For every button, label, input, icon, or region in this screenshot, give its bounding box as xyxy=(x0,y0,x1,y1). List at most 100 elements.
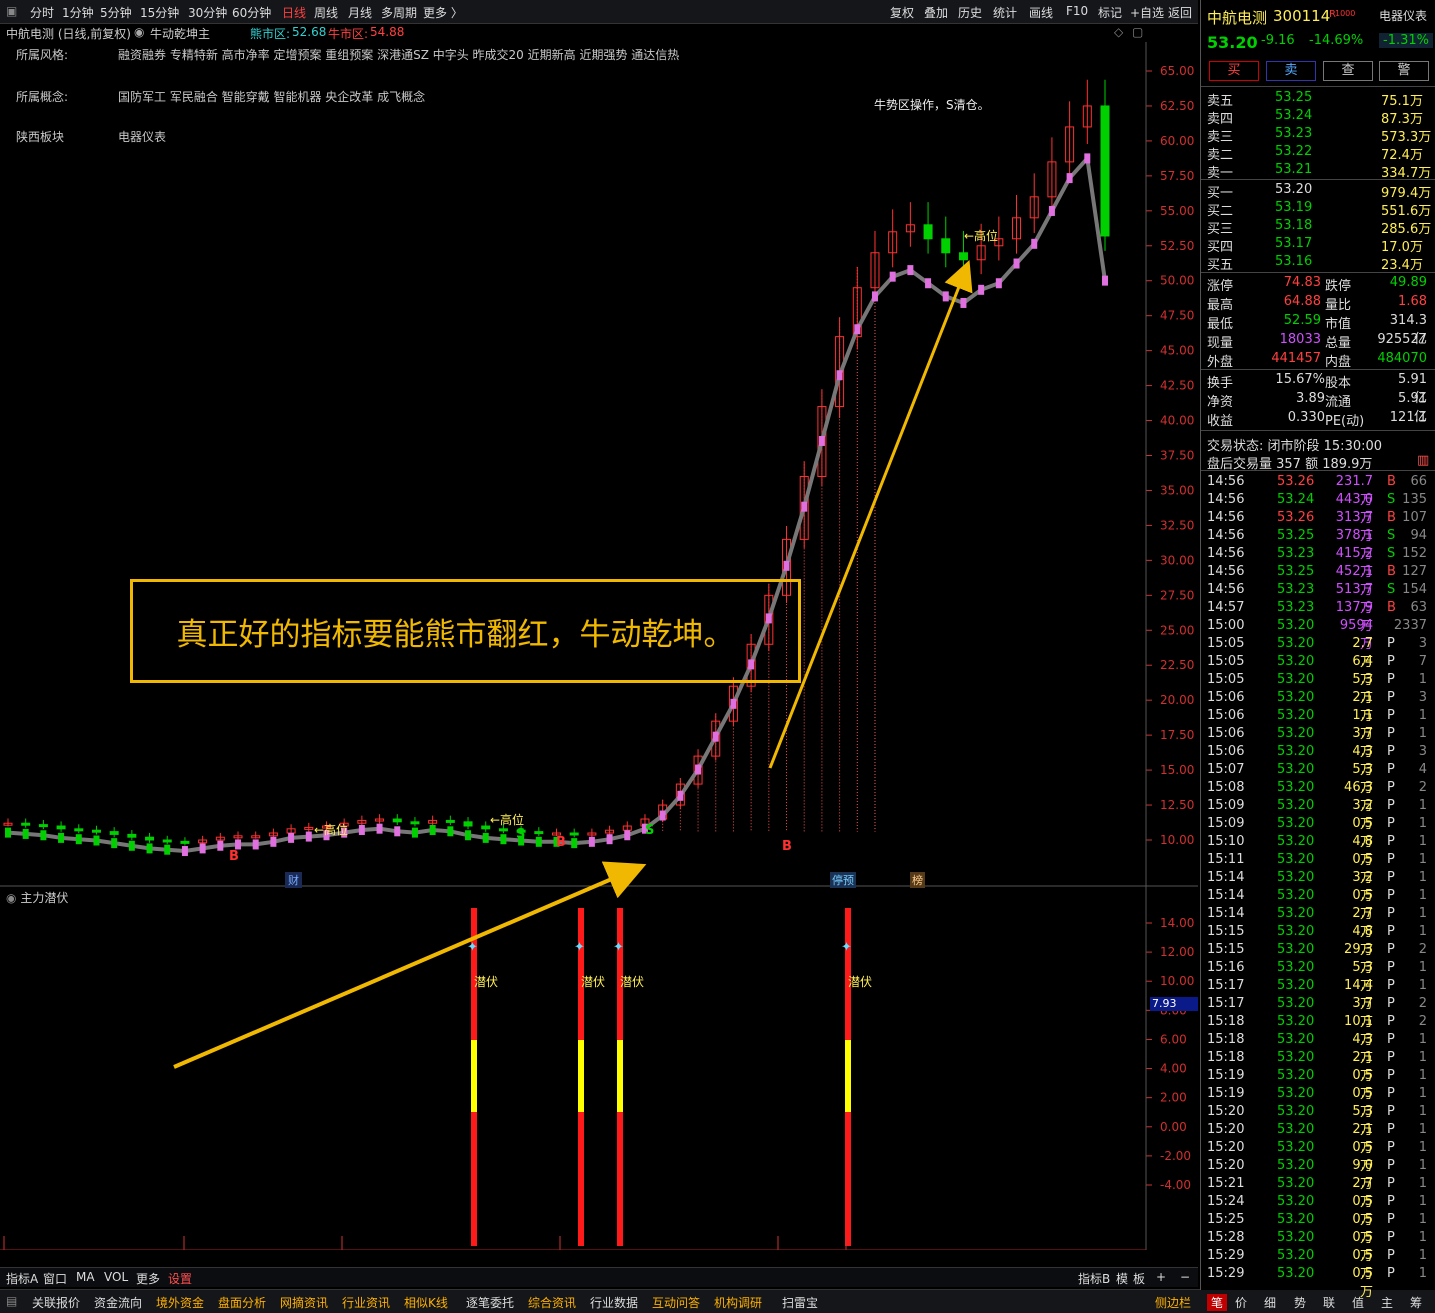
period-tab-1[interactable]: 1分钟 xyxy=(62,4,94,21)
tool-button-0[interactable]: 复权 xyxy=(890,4,914,21)
tick-price: 53.20 xyxy=(1277,780,1315,795)
trade-button-3[interactable]: 警 xyxy=(1379,61,1429,81)
right-tab-3[interactable]: + xyxy=(1156,1270,1166,1284)
tool-button-6[interactable]: 标记 xyxy=(1098,4,1122,21)
tick-side: P xyxy=(1387,852,1395,867)
footer-tab-9[interactable]: 行业数据 xyxy=(590,1294,638,1311)
tick-side: P xyxy=(1387,1248,1395,1263)
bid-volume: 23.4万 xyxy=(1381,258,1423,273)
footer-tab-4[interactable]: 网摘资讯 xyxy=(280,1294,328,1311)
period-tab-9[interactable]: 多周期 xyxy=(381,4,417,21)
tick-row: 15:06 53.20 4.3万 P 3 xyxy=(1207,744,1427,778)
tick-time: 15:09 xyxy=(1207,816,1245,831)
footer-icon-3[interactable]: 势 xyxy=(1294,1294,1306,1311)
bang-marker[interactable]: 榜 xyxy=(910,872,925,888)
tool-button-5[interactable]: F10 xyxy=(1066,4,1088,18)
period-toolbar: ▣ 分时 1分钟 5分钟 15分钟 30分钟 60分钟 日线 周线 月线 多周期 更多 〉 复权 叠加… xyxy=(0,0,1198,24)
tick-row: 15:2953.200.5万P1 xyxy=(1207,1266,1427,1300)
bid-row: 买四 53.17 17.0万 xyxy=(1201,235,1435,255)
tick-side: B xyxy=(1387,564,1396,579)
tick-time: 15:06 xyxy=(1207,690,1245,705)
period-tab-6[interactable]: 日线 xyxy=(282,4,306,21)
trade-button-0[interactable]: 买 xyxy=(1209,61,1259,81)
indicator-tab-0[interactable]: 指标A xyxy=(6,1270,38,1287)
tick-row: 15:28 53.20 0.5万 P 1 xyxy=(1207,1230,1427,1264)
right-tab-0[interactable]: 指标B xyxy=(1078,1270,1110,1287)
tick-side: P xyxy=(1387,1068,1395,1083)
period-tab-0[interactable]: 分时 xyxy=(30,4,54,21)
indicator-toggle-icon[interactable]: ◉ xyxy=(134,25,144,39)
stat-row: 最低 52.59 市值 314.3亿 xyxy=(1207,313,1427,347)
footer-tab-3[interactable]: 盘面分析 xyxy=(218,1294,266,1311)
tick-row: 14:56 53.25 378.1万 S 94 xyxy=(1207,528,1427,562)
band-marker xyxy=(465,830,472,841)
signal-bar-top xyxy=(845,908,851,1040)
tool-button-2[interactable]: 历史 xyxy=(958,4,982,21)
bid-row: 买二 53.19 551.6万 xyxy=(1201,199,1435,219)
sub-indicator-title[interactable]: ◉ 主力潜伏 xyxy=(6,889,68,906)
tool-button-7[interactable]: +自选 xyxy=(1130,4,1164,21)
footer-tab-1[interactable]: 资金流向 xyxy=(94,1294,142,1311)
footer-icon-7[interactable]: 筹 xyxy=(1410,1294,1422,1311)
tool-button-3[interactable]: 统计 xyxy=(993,4,1017,21)
tool-button-8[interactable]: 返回 xyxy=(1168,4,1192,21)
sub-collapse-icon[interactable]: ◉ xyxy=(6,891,16,905)
cai-marker[interactable]: 财 xyxy=(285,872,302,888)
tick-row: 15:25 53.20 0.5万 P 1 xyxy=(1207,1212,1427,1246)
tool-button-1[interactable]: 叠加 xyxy=(924,4,948,21)
indicator-tab-4[interactable]: 更多 xyxy=(136,1270,160,1287)
tick-side: P xyxy=(1387,1212,1395,1227)
footer-icon-1[interactable]: 价 xyxy=(1235,1294,1247,1311)
tick-row: 15:15 53.20 4.8万 P 1 xyxy=(1207,924,1427,958)
footer-tab-6[interactable]: 相似K线 xyxy=(404,1294,448,1311)
window-icon[interactable]: ▢ xyxy=(1132,25,1143,39)
footer-icon-6[interactable]: 主 xyxy=(1381,1294,1393,1311)
butterfly-icon: ✦ xyxy=(841,940,852,955)
indicator-tab-2[interactable]: MA xyxy=(76,1270,95,1284)
footer-tab-2[interactable]: 境外资金 xyxy=(156,1294,204,1311)
bear-zone-value: 52.68 xyxy=(292,25,327,39)
footer-tab-12[interactable]: 扫雷宝 xyxy=(782,1294,818,1311)
right-tab-4[interactable]: − xyxy=(1180,1270,1190,1284)
footer-tab-11[interactable]: 机构调研 xyxy=(714,1294,762,1311)
right-tab-2[interactable]: 板 xyxy=(1133,1270,1145,1287)
tick-row: 14:56 53.23 415.2万 S 152 xyxy=(1207,546,1427,580)
trade-button-1[interactable]: 卖 xyxy=(1266,61,1316,81)
tick-time: 15:20 xyxy=(1207,1158,1245,1173)
footer-tab-5[interactable]: 行业资讯 xyxy=(342,1294,390,1311)
indicator-tab-3[interactable]: VOL xyxy=(104,1270,128,1284)
candle-body xyxy=(534,831,544,835)
indicator-tab-1[interactable]: 窗口 xyxy=(43,1270,67,1287)
indicator-tab-5[interactable]: 设置 xyxy=(168,1270,192,1287)
period-tab-2[interactable]: 5分钟 xyxy=(100,4,132,21)
period-tab-8[interactable]: 月线 xyxy=(348,4,372,21)
tick-time: 15:15 xyxy=(1207,942,1245,957)
menu-icon[interactable]: ▣ xyxy=(6,4,17,18)
tingyu-marker[interactable]: 停预 xyxy=(830,872,856,888)
footer-icon-4[interactable]: 联 xyxy=(1323,1294,1335,1311)
footer-tab-8[interactable]: 综合资讯 xyxy=(528,1294,576,1311)
bull-zone-value: 54.88 xyxy=(370,25,405,39)
footer-tab-7[interactable]: 逐笔委托 xyxy=(466,1294,514,1311)
footer-icon-0[interactable]: 笔 xyxy=(1207,1294,1228,1311)
candle-body xyxy=(180,840,190,844)
tool-button-4[interactable]: 画线 xyxy=(1029,4,1053,21)
callout-text: 真正好的指标要能熊市翻红，牛动乾坤。 xyxy=(176,616,735,653)
period-tab-4[interactable]: 30分钟 xyxy=(188,4,227,21)
footer-sidebar-button[interactable]: 侧边栏 xyxy=(1155,1294,1191,1311)
trade-button-2[interactable]: 查 xyxy=(1323,61,1373,81)
y-tick-label: 42.50 xyxy=(1160,379,1194,393)
period-tab-7[interactable]: 周线 xyxy=(314,4,338,21)
band-marker xyxy=(146,843,153,854)
indicator-name[interactable]: 牛动乾坤主 xyxy=(150,25,210,42)
period-tab-3[interactable]: 15分钟 xyxy=(140,4,179,21)
footer-menu-icon[interactable]: ▤ xyxy=(6,1294,17,1308)
footer-tab-10[interactable]: 互动问答 xyxy=(652,1294,700,1311)
period-tab-10[interactable]: 更多 〉 xyxy=(423,4,463,21)
right-tab-1[interactable]: 模 xyxy=(1116,1270,1128,1287)
footer-tab-0[interactable]: 关联报价 xyxy=(32,1294,80,1311)
diamond-icon[interactable]: ◇ xyxy=(1114,25,1123,39)
period-tab-5[interactable]: 60分钟 xyxy=(232,4,271,21)
footer-icon-2[interactable]: 细 xyxy=(1264,1294,1276,1311)
tick-time: 14:56 xyxy=(1207,564,1245,579)
